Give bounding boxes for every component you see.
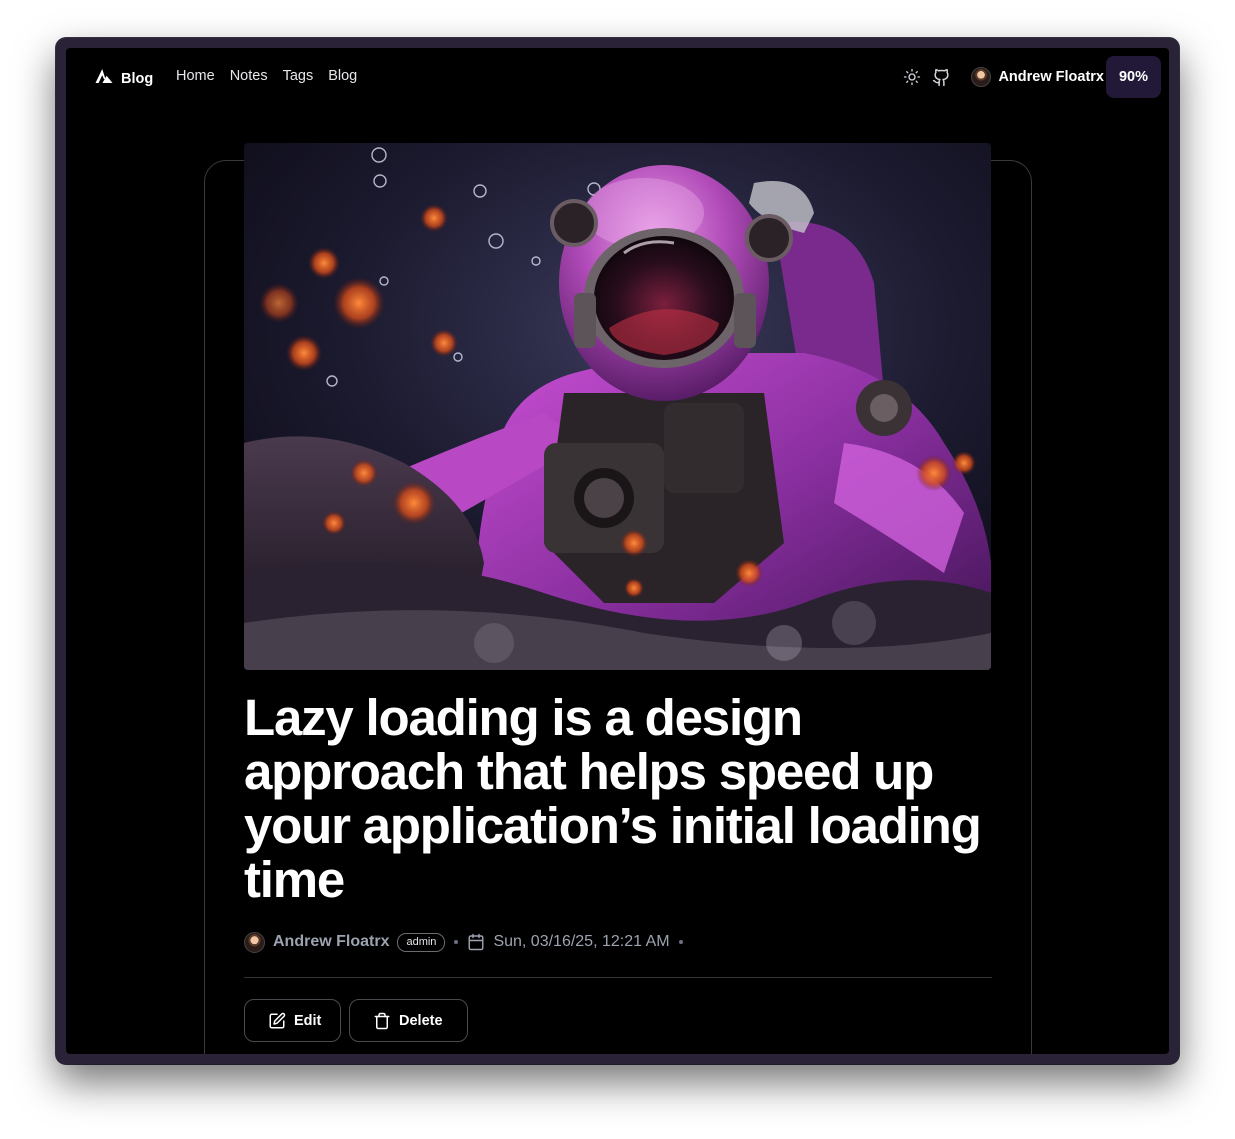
edit-button-label: Edit <box>294 1012 322 1029</box>
github-icon[interactable] <box>930 66 952 88</box>
brand-home-link[interactable]: Blog <box>95 68 153 89</box>
sun-icon[interactable] <box>901 66 923 88</box>
browser-window: Blog Home Notes Tags Blog Andrew Floatrx… <box>56 38 1179 1064</box>
nav-link-home[interactable]: Home <box>176 68 215 84</box>
meta-divider <box>244 977 992 978</box>
trash-icon <box>373 1012 391 1030</box>
brand-label: Blog <box>121 70 154 87</box>
article-date: Sun, 03/16/25, 12:21 AM <box>493 933 670 950</box>
top-navigation: Blog Home Notes Tags Blog Andrew Floatrx… <box>66 48 1169 106</box>
article-title: Lazy loading is a design approach that h… <box>244 689 982 908</box>
reading-progress-badge: 90% <box>1106 56 1161 98</box>
astronaut-purple-suit-image <box>244 143 991 670</box>
edit-button[interactable]: Edit <box>244 999 341 1042</box>
nav-link-tags[interactable]: Tags <box>283 68 314 84</box>
user-name: Andrew Floatrx <box>998 69 1104 85</box>
delete-button[interactable]: Delete <box>349 999 468 1042</box>
author-avatar <box>244 931 265 953</box>
triangle-logo-icon <box>95 68 113 89</box>
article-meta: Andrew Floatrx admin Sun, 03/16/25, 12:2… <box>244 929 692 955</box>
article-actions: Edit Delete <box>244 999 468 1042</box>
meta-separator-dot <box>454 940 459 944</box>
page-viewport: Blog Home Notes Tags Blog Andrew Floatrx… <box>66 48 1169 1054</box>
user-menu[interactable]: Andrew Floatrx <box>971 67 1104 87</box>
author-name-link[interactable]: Andrew Floatrx <box>273 933 389 951</box>
nav-actions: Andrew Floatrx 90% <box>901 56 1161 98</box>
nav-link-blog[interactable]: Blog <box>328 68 357 84</box>
calendar-icon <box>467 933 485 951</box>
meta-separator-dot <box>678 940 683 944</box>
author-role-badge: admin <box>397 932 446 952</box>
avatar <box>971 67 992 87</box>
pencil-square-icon <box>268 1012 286 1030</box>
main-nav-links: Home Notes Tags Blog <box>176 68 357 84</box>
delete-button-label: Delete <box>399 1012 443 1029</box>
nav-link-notes[interactable]: Notes <box>230 68 268 84</box>
